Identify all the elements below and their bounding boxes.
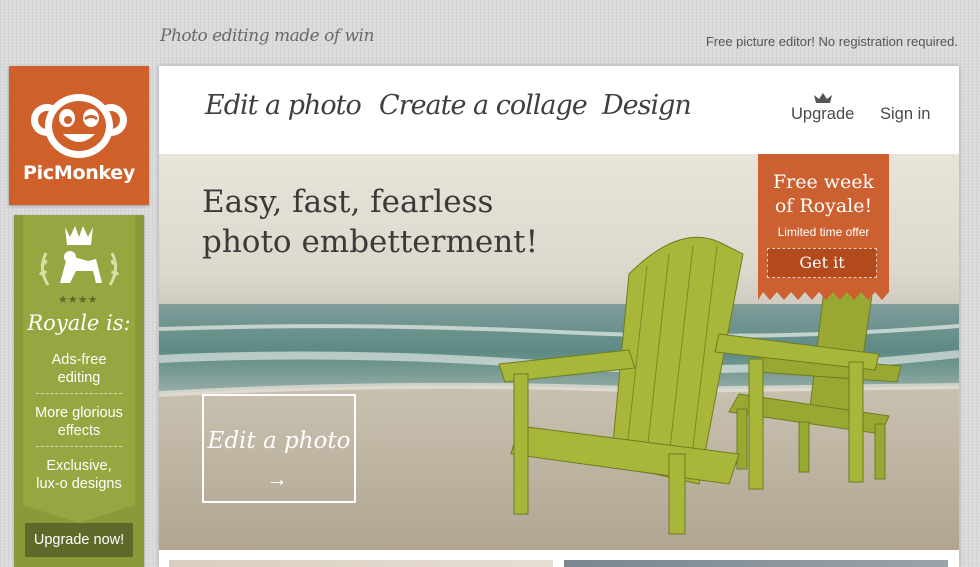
royale-title: Royale is: [27,311,131,335]
edit-photo-cta-label: Edit a photo [207,428,351,454]
promo-headline-line-1: Free week [772,171,875,193]
feature-ads-free: Ads-free editing [51,352,107,386]
upgrade-now-button[interactable]: Upgrade now! [25,523,133,557]
feature-designs: Exclusive, lux-o designs [36,458,122,492]
logo-name: PicMonkey [23,162,135,184]
hero-title-line-1: Easy, fast, fearless [202,184,494,220]
nav-upgrade[interactable]: Upgrade [791,105,854,124]
get-it-button[interactable]: Get it [767,248,877,278]
hero-title-line-2: photo embetterment! [202,224,539,260]
thumbnail-right[interactable] [564,560,948,567]
hero-title: Easy, fast, fearless photo embetterment! [202,182,602,262]
svg-text:★★★★: ★★★★ [58,294,98,306]
royale-monkey-crest-icon: ★★★★ [39,226,119,306]
edit-photo-cta[interactable]: Edit a photo → [202,394,356,503]
royale-sidebar: ★★★★ Royale is: Ads-free editing More gl… [14,215,144,567]
feature-divider [36,446,122,447]
crown-icon [814,93,832,103]
tagline: Photo editing made of win [160,26,374,46]
nav-design[interactable]: Design [602,90,692,121]
promo-subtitle: Limited time offer [777,225,870,239]
feature-divider [36,393,122,394]
royale-promo-badge: Free week of Royale! Limited time offer … [758,154,889,302]
nav-create-collage[interactable]: Create a collage [379,90,588,121]
thumbnail-left[interactable] [169,560,553,567]
nav-edit-photo[interactable]: Edit a photo [205,90,362,121]
feature-effects: More glorious effects [35,405,123,439]
nav-sign-in[interactable]: Sign in [880,105,930,124]
main-panel: Edit a photo Create a collage Design Upg… [159,66,959,567]
top-note: Free picture editor! No registration req… [705,34,958,49]
promo-headline: Free week of Royale! [758,170,889,218]
hero-banner: Easy, fast, fearless photo embetterment!… [159,154,959,550]
arrow-right-icon: → [266,466,288,491]
picmonkey-logo[interactable]: PicMonkey [9,66,149,205]
monkey-face-icon [31,94,127,158]
promo-headline-line-2: of Royale! [774,195,873,217]
